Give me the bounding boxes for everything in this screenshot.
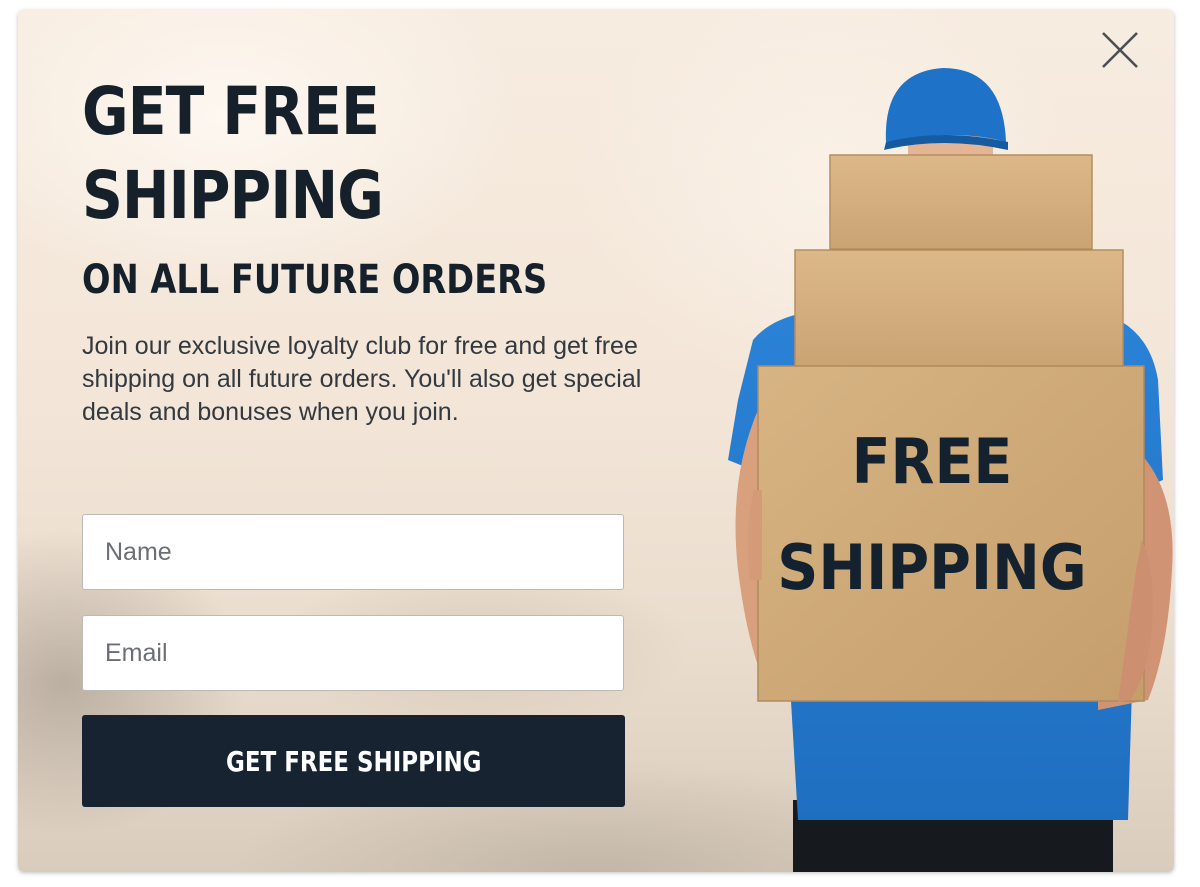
box-free-shipping-label: FREE SHIPPING [742,430,1122,600]
close-icon[interactable] [1100,30,1140,70]
shipping-popup: FREE SHIPPING GET FREE SHIPPING ON ALL F… [18,10,1174,872]
name-input[interactable] [82,514,624,590]
popup-content: GET FREE SHIPPING ON ALL FUTURE ORDERS J… [82,70,642,429]
email-input[interactable] [82,615,624,691]
box-text-free: FREE [851,425,1013,498]
popup-headline: GET FREE SHIPPING [82,73,384,234]
box-text-shipping: SHIPPING [777,531,1087,604]
popup-subheadline: ON ALL FUTURE ORDERS [82,257,548,303]
popup-description: Join our exclusive loyalty club for free… [82,332,642,426]
get-free-shipping-button-label: GET FREE SHIPPING [225,744,482,778]
get-free-shipping-button[interactable]: GET FREE SHIPPING [82,715,625,807]
